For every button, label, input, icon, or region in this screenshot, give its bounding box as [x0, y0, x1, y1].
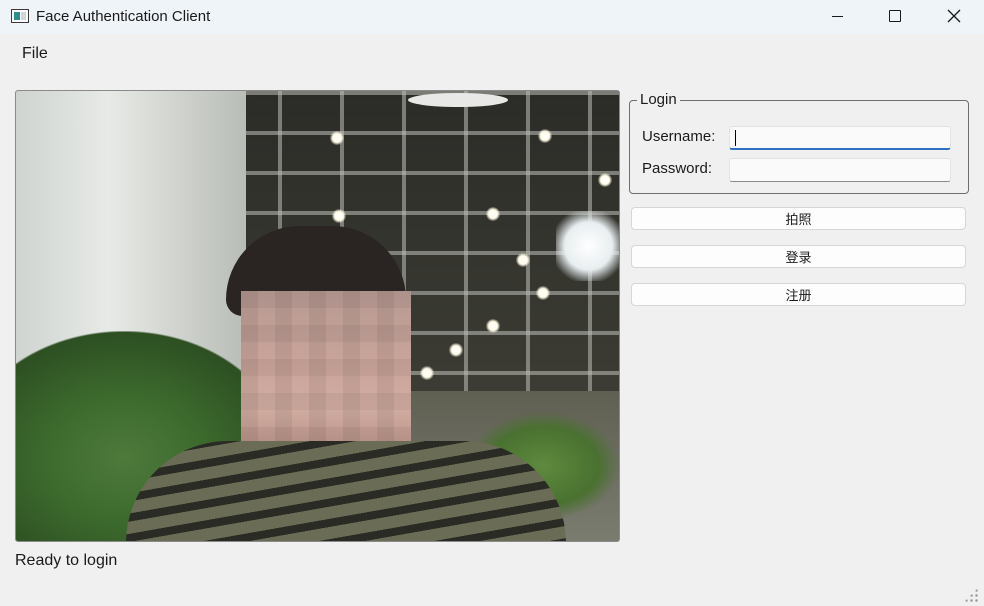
ceiling-light [332, 209, 346, 223]
ceiling-light [420, 366, 434, 380]
minimize-icon [831, 15, 843, 17]
ceiling-light [598, 173, 612, 187]
camera-window [556, 211, 619, 281]
close-icon [947, 9, 961, 23]
camera-preview [15, 90, 620, 542]
menu-file[interactable]: File [22, 45, 48, 63]
ceiling-light [449, 343, 463, 357]
title-bar: Face Authentication Client [0, 0, 984, 34]
camera-person-face-pixelated [241, 291, 411, 456]
menu-bar: File [0, 34, 984, 72]
login-button[interactable]: 登录 [631, 245, 966, 268]
ceiling-light [536, 286, 550, 300]
status-text: Ready to login [15, 552, 118, 569]
ceiling-light [486, 319, 500, 333]
maximize-icon [889, 10, 901, 22]
resize-grip[interactable] [964, 588, 978, 602]
maximize-button[interactable] [866, 0, 924, 32]
ceiling-light [486, 207, 500, 221]
minimize-button[interactable] [808, 0, 866, 32]
register-button[interactable]: 注册 [631, 283, 966, 306]
ceiling-light [330, 131, 344, 145]
ceiling-light [516, 253, 530, 267]
camera-person-body [126, 441, 566, 541]
close-button[interactable] [925, 0, 983, 32]
username-field[interactable] [729, 126, 951, 150]
password-label: Password: [642, 160, 713, 177]
password-field[interactable] [729, 158, 951, 182]
take-photo-button[interactable]: 拍照 [631, 207, 966, 230]
text-caret [735, 130, 736, 146]
window-title: Face Authentication Client [36, 8, 211, 25]
username-label: Username: [642, 128, 716, 145]
camera-fan [408, 93, 508, 107]
app-icon [11, 9, 29, 23]
ceiling-light [538, 129, 552, 143]
login-group-title: Login [637, 91, 680, 108]
